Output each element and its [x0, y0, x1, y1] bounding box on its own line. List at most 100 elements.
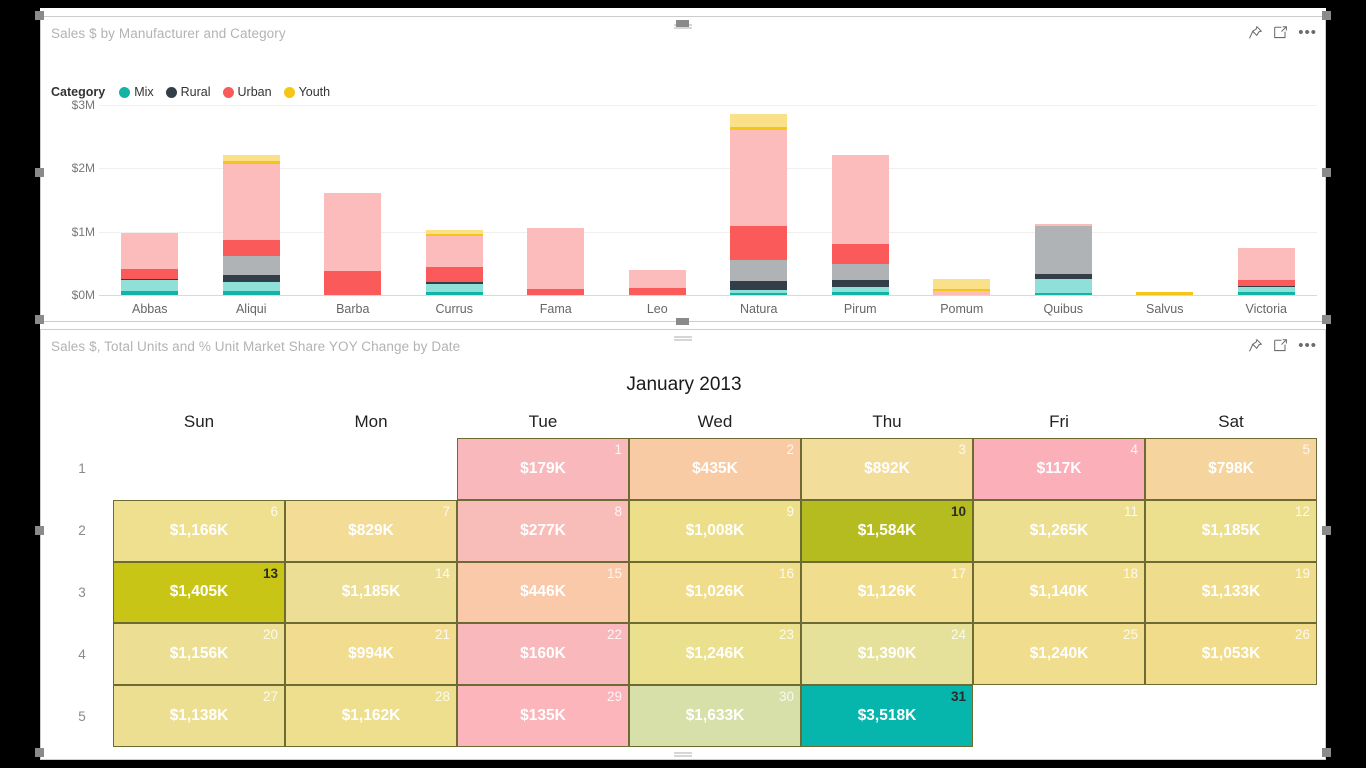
bar-column[interactable] [201, 105, 303, 295]
resize-handle-top-left[interactable] [35, 11, 44, 20]
bar-segment[interactable] [222, 164, 280, 241]
calendar-visual-bottom-grip[interactable] [674, 752, 692, 754]
calendar-day-cell[interactable]: 16 $1,026K [629, 561, 801, 624]
bar-segment[interactable] [933, 279, 991, 290]
bar-segment[interactable] [425, 267, 483, 282]
resize-handle-top-left-2[interactable] [35, 315, 44, 324]
calendar-day-cell[interactable]: 12 $1,185K [1145, 499, 1317, 562]
more-options-icon[interactable]: ••• [1298, 338, 1317, 353]
bar-column[interactable] [607, 105, 709, 295]
bar-column[interactable] [810, 105, 912, 295]
calendar-day-cell[interactable]: 1 $179K [457, 438, 629, 500]
calendar-day-cell[interactable]: 10 $1,584K [801, 499, 973, 562]
calendar-day-cell[interactable]: 21 $994K [285, 623, 457, 686]
focus-mode-icon[interactable] [1273, 338, 1288, 353]
bar-stack[interactable] [121, 232, 179, 295]
bar-segment[interactable] [1034, 226, 1092, 275]
bar-segment[interactable] [222, 275, 280, 282]
legend-item-youth[interactable]: Youth [283, 85, 330, 99]
bar-segment[interactable] [831, 264, 889, 280]
bar-column[interactable] [1013, 105, 1115, 295]
bar-segment[interactable] [831, 279, 889, 287]
calendar-day-cell[interactable]: 3 $892K [801, 438, 973, 500]
bar-stack[interactable] [730, 114, 788, 295]
calendar-day-cell[interactable]: 26 $1,053K [1145, 623, 1317, 686]
calendar-day-cell[interactable]: 14 $1,185K [285, 561, 457, 624]
resize-handle-top-2[interactable] [676, 318, 689, 325]
calendar-visual-drag-grip[interactable] [674, 336, 692, 338]
bar-column[interactable] [708, 105, 810, 295]
bar-segment[interactable] [425, 236, 483, 268]
bar-segment[interactable] [730, 129, 788, 227]
bar-column[interactable] [1216, 105, 1318, 295]
resize-handle-top[interactable] [676, 20, 689, 27]
bar-series-area[interactable] [99, 105, 1317, 295]
bar-stack[interactable] [628, 269, 686, 295]
bar-segment[interactable] [222, 291, 280, 295]
bar-stack[interactable] [324, 193, 382, 295]
calendar-day-cell[interactable]: 23 $1,246K [629, 623, 801, 686]
bar-segment[interactable] [121, 291, 179, 295]
bar-segment[interactable] [1136, 291, 1194, 295]
bar-stack[interactable] [1237, 248, 1295, 295]
bar-segment[interactable] [1237, 291, 1295, 295]
bar-segment[interactable] [324, 193, 382, 271]
legend-item-rural[interactable]: Rural [165, 85, 211, 99]
bar-stack[interactable] [527, 227, 585, 295]
bar-column[interactable] [99, 105, 201, 295]
calendar-day-cell[interactable]: 8 $277K [457, 499, 629, 562]
focus-mode-icon[interactable] [1273, 25, 1288, 40]
bar-segment[interactable] [730, 226, 788, 260]
bar-segment[interactable] [1034, 279, 1092, 294]
calendar-day-cell[interactable]: 7 $829K [285, 499, 457, 562]
calendar-day-cell[interactable]: 27 $1,138K [113, 685, 285, 747]
calendar-day-cell[interactable]: 4 $117K [973, 438, 1145, 500]
bar-segment[interactable] [831, 292, 889, 295]
calendar-day-cell[interactable]: 15 $446K [457, 561, 629, 624]
bar-stack[interactable] [1136, 291, 1194, 295]
bar-chart-visual[interactable]: Sales $ by Manufacturer and Category ••• [40, 16, 1326, 322]
resize-handle-right[interactable] [1322, 168, 1331, 177]
calendar-day-cell[interactable]: 19 $1,133K [1145, 561, 1317, 624]
bar-stack[interactable] [425, 230, 483, 295]
legend-item-mix[interactable]: Mix [119, 85, 154, 99]
more-options-icon[interactable]: ••• [1298, 25, 1317, 40]
bar-segment[interactable] [730, 259, 788, 282]
bar-segment[interactable] [730, 281, 788, 290]
calendar-day-cell[interactable]: 5 $798K [1145, 438, 1317, 500]
calendar-day-cell[interactable]: 22 $160K [457, 623, 629, 686]
calendar-day-cell[interactable]: 13 $1,405K [113, 561, 285, 624]
resize-handle-left[interactable] [35, 168, 44, 177]
bar-segment[interactable] [933, 290, 991, 295]
bar-stack[interactable] [831, 154, 889, 295]
calendar-heatmap-visual[interactable]: Sales $, Total Units and % Unit Market S… [40, 329, 1326, 760]
calendar-day-cell[interactable]: 28 $1,162K [285, 685, 457, 747]
calendar-day-cell[interactable]: 6 $1,166K [113, 499, 285, 562]
calendar-day-cell[interactable]: 30 $1,633K [629, 685, 801, 747]
calendar-day-cell[interactable]: 9 $1,008K [629, 499, 801, 562]
calendar-day-cell[interactable]: 20 $1,156K [113, 623, 285, 686]
bar-segment[interactable] [831, 244, 889, 265]
bar-segment[interactable] [527, 288, 585, 295]
bar-segment[interactable] [324, 270, 382, 295]
bar-segment[interactable] [527, 227, 585, 289]
calendar-day-cell[interactable]: 17 $1,126K [801, 561, 973, 624]
calendar-day-cell[interactable]: 18 $1,140K [973, 561, 1145, 624]
calendar-day-cell[interactable]: 2 $435K [629, 438, 801, 500]
resize-handle-bottom-right[interactable] [1322, 748, 1331, 757]
resize-handle-left-2[interactable] [35, 526, 44, 535]
bar-segment[interactable] [1034, 293, 1092, 295]
bar-stack[interactable] [222, 155, 280, 295]
resize-handle-bottom-left[interactable] [35, 748, 44, 757]
pin-icon[interactable] [1248, 25, 1263, 40]
calendar-grid[interactable]: Sun Mon Tue Wed Thu Fri Sat 1 1 $179K 2 $435K 3 $892K… [51, 406, 1317, 747]
bar-stack[interactable] [1034, 224, 1092, 295]
bar-segment[interactable] [730, 114, 788, 127]
bar-column[interactable] [404, 105, 506, 295]
bar-segment[interactable] [628, 269, 686, 289]
calendar-day-cell[interactable]: 24 $1,390K [801, 623, 973, 686]
bar-segment[interactable] [730, 293, 788, 295]
bar-segment[interactable] [222, 281, 280, 292]
bar-stack[interactable] [933, 279, 991, 295]
resize-handle-top-right[interactable] [1322, 11, 1331, 20]
